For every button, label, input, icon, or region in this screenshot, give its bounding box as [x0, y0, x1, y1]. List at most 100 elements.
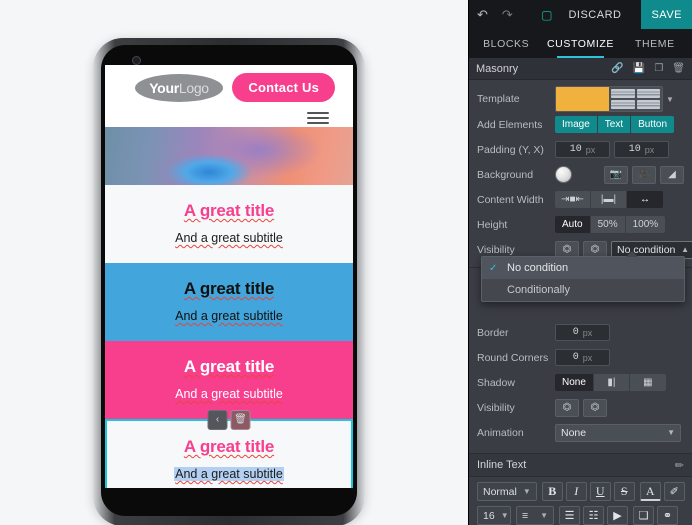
masonry-template-thumbnail[interactable] — [555, 86, 663, 112]
font-size-value: 16 — [483, 509, 495, 522]
content-block-1[interactable]: A great title And a great subtitle — [105, 185, 353, 263]
hero-banner-image[interactable] — [105, 127, 353, 185]
content-block-3[interactable]: A great title And a great subtitle ‹ 🗑 — [105, 341, 353, 430]
shadow-bottom-icon[interactable]: ▦ — [629, 374, 666, 391]
shadow-right-icon[interactable]: ▮| — [593, 374, 630, 391]
trash-icon[interactable]: 🗑 — [672, 63, 685, 74]
chevron-down-icon: ▼ — [500, 511, 509, 520]
inline-text-toolbar-row-2: 16 ▼ ≡ ▼ ☰ ☷ ▶ ❑ ⚭ — [469, 501, 692, 525]
insert-image-button[interactable]: ❑ — [633, 506, 654, 525]
height-auto-button[interactable]: Auto — [555, 216, 591, 233]
chevron-down-icon[interactable]: ▼ — [666, 95, 674, 104]
row-animation: Animation None ▼ — [469, 420, 692, 445]
block-title[interactable]: A great title — [105, 357, 353, 377]
tab-customize[interactable]: CUSTOMIZE — [543, 29, 617, 58]
gradient-icon[interactable]: ◢ — [660, 165, 684, 184]
animation-select[interactable]: None ▼ — [555, 423, 681, 442]
block-subtitle[interactable]: And a great subtitle — [174, 467, 284, 481]
block-title[interactable]: A great title — [105, 201, 353, 221]
save-icon[interactable]: 💾 — [633, 63, 645, 74]
block-title[interactable]: A great title — [107, 437, 351, 457]
camera-icon[interactable]: 📷 — [604, 165, 628, 184]
save-button[interactable]: SAVE — [641, 0, 692, 29]
duplicate-icon[interactable]: ❐ — [654, 63, 663, 74]
background-label: Background — [477, 168, 534, 181]
site-header: YourLogo Contact Us — [105, 65, 353, 127]
add-text-button[interactable]: Text — [597, 116, 632, 133]
check-icon: ✓ — [489, 262, 498, 274]
discard-button[interactable]: DISCARD — [568, 9, 627, 21]
move-back-button[interactable]: ‹ — [207, 410, 228, 430]
numbered-list-button[interactable]: ☷ — [583, 506, 604, 525]
panel-tabs: BLOCKS CUSTOMIZE THEME — [469, 29, 692, 58]
mobile-preview-icon[interactable]: ▢ — [541, 8, 552, 22]
link-icon[interactable]: 🔗 — [611, 63, 623, 74]
indent-button[interactable]: ▶ — [607, 506, 628, 525]
tab-blocks[interactable]: BLOCKS — [469, 29, 543, 58]
row-background: Background 📷 🎥 ◢ — [469, 162, 692, 187]
block-subtitle[interactable]: And a great subtitle — [105, 231, 353, 245]
row-border: Border 0 px — [469, 320, 692, 345]
round-corners-unit: px — [582, 352, 593, 363]
hide-mobile-icon[interactable]: ⏣ — [583, 398, 607, 417]
bold-button[interactable]: B — [541, 482, 563, 501]
round-corners-label: Round Corners — [477, 351, 549, 364]
inline-text-section-header: Inline Text ✏ — [469, 453, 692, 477]
padding-y-input[interactable]: 10 px — [555, 141, 610, 158]
chevron-down-icon: ▼ — [667, 428, 675, 437]
width-full-icon[interactable]: ↔ — [627, 191, 663, 208]
tab-theme[interactable]: THEME — [618, 29, 692, 58]
hide-desktop-icon[interactable]: ⏣ — [555, 398, 579, 417]
logo-primary-text: Your — [149, 80, 179, 96]
highlight-button[interactable]: ✐ — [663, 482, 685, 501]
add-button-button[interactable]: Button — [631, 116, 675, 133]
phone-device-frame: YourLogo Contact Us A great title And a … — [93, 38, 365, 525]
height-50-button[interactable]: 50% — [590, 216, 626, 233]
inline-text-title: Inline Text — [477, 459, 527, 471]
add-image-button[interactable]: Image — [555, 116, 598, 133]
block-title[interactable]: A great title — [105, 279, 353, 299]
site-logo[interactable]: YourLogo — [135, 74, 223, 102]
font-color-button[interactable]: A — [639, 482, 661, 501]
editor-topbar: ↶ ↷ ▢ DISCARD SAVE — [469, 0, 692, 29]
dropdown-option-label: No condition — [507, 262, 569, 274]
padding-x-value: 10 — [628, 144, 641, 155]
padding-x-input[interactable]: 10 px — [614, 141, 669, 158]
italic-button[interactable]: I — [565, 482, 587, 501]
redo-icon[interactable]: ↷ — [502, 7, 513, 23]
round-corners-input[interactable]: 0 px — [555, 349, 610, 366]
width-narrow-icon[interactable]: ⇥■⇤ — [555, 191, 591, 208]
dropdown-option-conditionally[interactable]: ✓ Conditionally — [482, 279, 684, 301]
block-subtitle[interactable]: And a great subtitle — [105, 387, 353, 401]
dropdown-option-no-condition[interactable]: ✓ No condition — [482, 257, 684, 279]
height-group: Auto 50% 100% — [555, 216, 666, 233]
insert-link-button[interactable]: ⚭ — [657, 506, 678, 525]
text-align-icon: ≡ — [522, 509, 529, 522]
height-100-button[interactable]: 100% — [625, 216, 666, 233]
contact-us-button[interactable]: Contact Us — [232, 73, 335, 102]
border-input[interactable]: 0 px — [555, 324, 610, 341]
border-label: Border — [477, 326, 509, 339]
text-align-select[interactable]: ≡ ▼ — [516, 506, 554, 525]
padding-y-unit: px — [585, 144, 596, 155]
strikethrough-button[interactable]: S — [613, 482, 635, 501]
phone-camera-icon — [132, 56, 141, 65]
hamburger-menu-icon[interactable] — [307, 109, 329, 127]
undo-icon[interactable]: ↶ — [477, 7, 488, 23]
delete-block-button[interactable]: 🗑 — [230, 410, 251, 430]
font-size-select[interactable]: 16 ▼ — [477, 506, 511, 525]
shadow-group: None ▮| ▦ — [555, 374, 666, 391]
underline-button[interactable]: U — [589, 482, 611, 501]
bullet-list-button[interactable]: ☰ — [559, 506, 580, 525]
content-block-2[interactable]: A great title And a great subtitle — [105, 263, 353, 341]
width-medium-icon[interactable]: |▬| — [591, 191, 627, 208]
video-icon[interactable]: 🎥 — [632, 165, 656, 184]
block-subtitle[interactable]: And a great subtitle — [105, 309, 353, 323]
shadow-none-button[interactable]: None — [555, 374, 594, 391]
background-color-swatch[interactable] — [555, 166, 572, 183]
content-width-label: Content Width — [477, 193, 544, 206]
text-style-select[interactable]: Normal ▼ — [477, 482, 537, 501]
border-unit: px — [582, 327, 593, 338]
phone-bezel: YourLogo Contact Us A great title And a … — [101, 45, 357, 516]
clear-format-icon[interactable]: ✏ — [675, 459, 684, 472]
